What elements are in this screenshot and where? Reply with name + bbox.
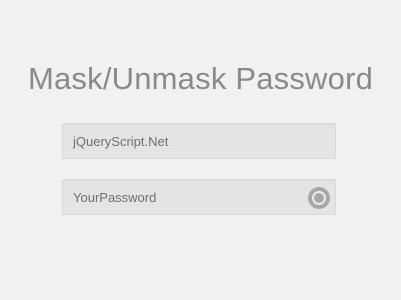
username-input[interactable] (63, 124, 335, 158)
eye-toggle-icon[interactable] (308, 187, 330, 209)
password-input[interactable] (63, 180, 335, 214)
toggle-inner-ring (312, 191, 326, 205)
page-title: Mask/Unmask Password (27, 61, 374, 96)
username-field (62, 123, 336, 159)
password-field (62, 179, 336, 215)
